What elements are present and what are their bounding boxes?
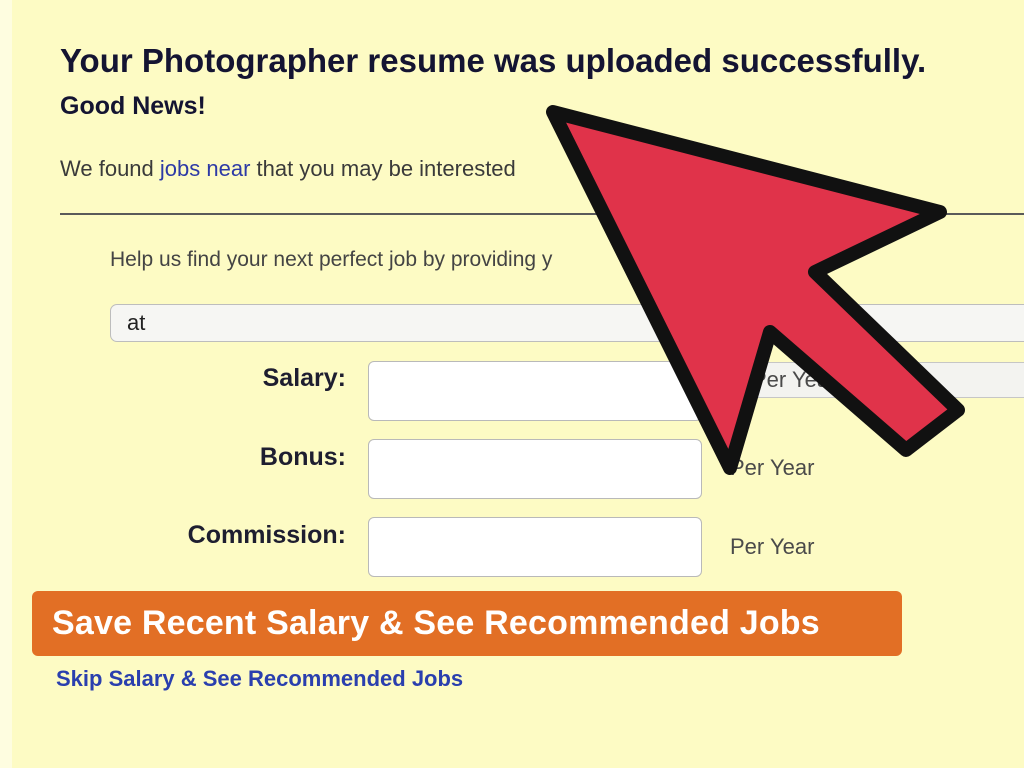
- bonus-label: Bonus:: [259, 443, 346, 471]
- job-title-input[interactable]: [110, 304, 1024, 342]
- save-salary-button[interactable]: Save Recent Salary & See Recommended Job…: [32, 591, 902, 656]
- found-prefix: We found: [60, 156, 160, 181]
- salary-unit: Per Year: [752, 367, 837, 392]
- bonus-input[interactable]: [368, 439, 702, 499]
- skip-salary-link[interactable]: Skip Salary & See Recommended Jobs: [56, 666, 463, 692]
- salary-input[interactable]: [368, 361, 702, 421]
- page-title: Your Photographer resume was uploaded su…: [60, 42, 927, 79]
- salary-label: Salary:: [262, 364, 346, 392]
- bonus-unit: Per Year: [730, 455, 815, 480]
- found-suffix: that you may be interested: [250, 156, 516, 181]
- commission-input[interactable]: [368, 517, 702, 577]
- good-news-heading: Good News!: [60, 92, 206, 120]
- found-jobs-message: We found jobs near that you may be inter…: [60, 156, 516, 182]
- help-text: Help us find your next perfect job by pr…: [110, 248, 553, 271]
- salary-period-select[interactable]: [702, 362, 1024, 398]
- commission-unit: Per Year: [730, 534, 815, 559]
- commission-label: Commission:: [187, 521, 346, 549]
- section-divider: [60, 213, 1024, 215]
- jobs-near-link[interactable]: jobs near: [160, 156, 251, 181]
